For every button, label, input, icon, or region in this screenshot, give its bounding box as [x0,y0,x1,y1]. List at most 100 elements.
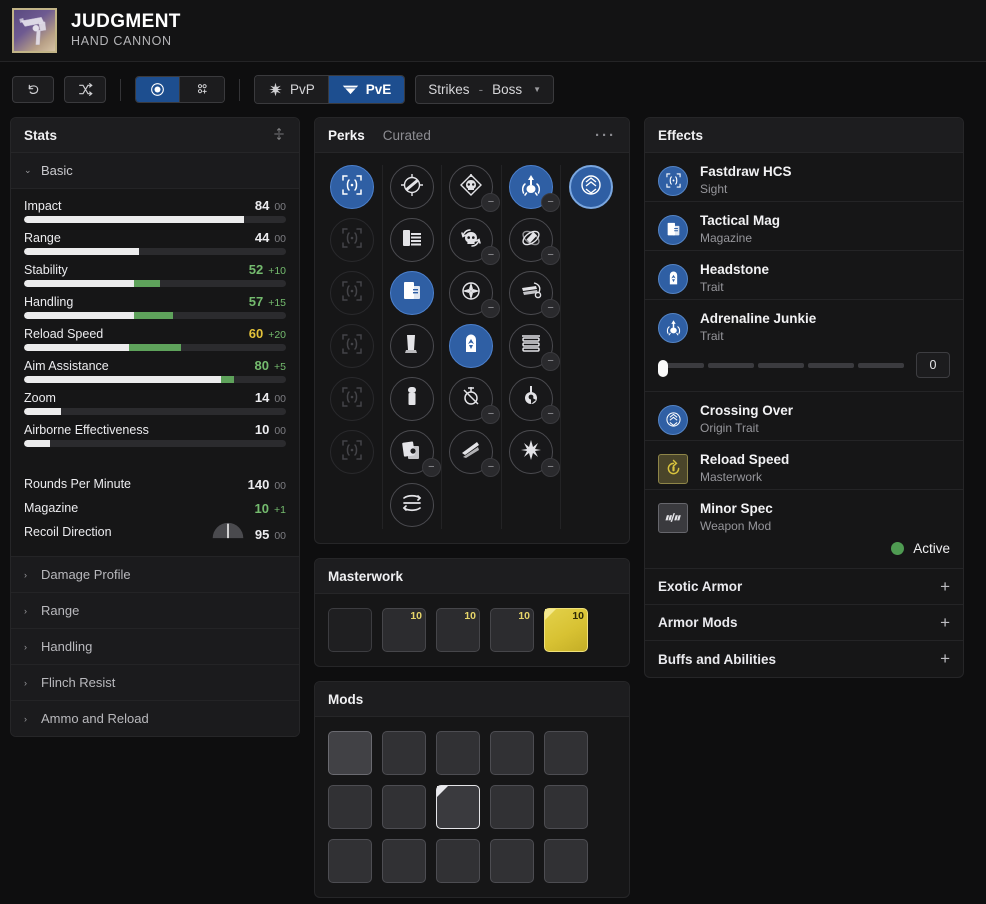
perk-slot[interactable]: − [449,165,501,212]
perk-slot[interactable] [330,271,375,315]
mod-quick-access[interactable] [544,785,588,833]
pve-tab[interactable]: PvE [328,76,405,103]
chevron-down-icon: ▼ [533,85,541,94]
perk-slot[interactable]: − [509,165,561,212]
mod-major-spec[interactable] [490,839,535,888]
perk-slot[interactable] [330,218,375,262]
stat-section-range[interactable]: › Range [11,592,299,628]
perk-remove-badge[interactable]: − [541,246,561,265]
undo-button[interactable] [12,76,54,103]
perk-slot[interactable] [389,218,434,262]
perk-slot[interactable] [330,377,375,421]
stats-group-basic[interactable]: ⌄ Basic [11,153,299,189]
mod-adept-mod[interactable] [436,839,482,890]
tab-perks[interactable]: Perks [328,128,365,143]
sight-icon [339,437,365,468]
perk-slot[interactable]: − [509,377,561,424]
slider-thumb[interactable] [658,359,668,377]
stat-section-damage-profile[interactable]: › Damage Profile [11,556,299,592]
masterwork-stability[interactable]: 10 [436,608,482,655]
mod-freehand[interactable] [490,731,534,779]
perk-slot[interactable] [389,271,434,315]
perk-slot[interactable]: − [449,377,501,424]
perk-slot[interactable]: − [509,430,561,477]
mod-sprint-grip[interactable] [382,785,426,833]
perk-slot[interactable]: − [389,430,441,477]
perk-remove-badge[interactable]: − [481,246,501,265]
plus-icon[interactable]: + [940,577,950,597]
perk-slot[interactable]: − [509,271,561,318]
effect-row[interactable]: Reload Speed Masterwork [645,441,963,489]
stat-row: Handling 57 +15 [24,294,286,319]
perk-slot[interactable] [389,377,434,421]
perk-slot[interactable] [449,324,494,368]
sight-icon [658,165,688,196]
effect-row[interactable]: Tactical Mag Magazine [645,202,963,250]
perk-remove-badge[interactable]: − [481,458,501,477]
stat-section-flinch-resist[interactable]: › Flinch Resist [11,664,299,700]
mod-minor-spec[interactable] [436,785,481,830]
perk-remove-badge[interactable]: − [541,458,561,477]
effect-row[interactable]: Adrenaline Junkie Trait [645,300,963,348]
mod-snapshot[interactable] [328,839,375,890]
effect-name: Headstone [700,262,770,278]
mod-targeting[interactable] [328,785,374,835]
perk-remove-badge[interactable]: − [541,193,561,212]
perk-slot[interactable] [389,483,434,527]
masterwork-none[interactable] [328,608,372,656]
perk-slot[interactable]: − [449,218,501,265]
mod-icarus[interactable] [544,731,590,781]
view-compare-button[interactable] [180,77,224,102]
mod-boss-spec[interactable] [382,839,426,887]
perk-remove-badge[interactable]: − [421,458,441,477]
perk-slot[interactable] [330,430,375,474]
effect-row[interactable]: Minor Spec Weapon Mod [645,490,963,538]
effect-stack-value[interactable]: 0 [916,352,950,379]
stat-section-handling[interactable]: › Handling [11,628,299,664]
stat-value: 60 [248,326,264,341]
mod-backup-mag[interactable] [382,731,426,781]
perk-remove-badge[interactable]: − [481,193,501,212]
perk-slot[interactable] [569,165,614,209]
effect-row[interactable]: Fastdraw HCS Sight [645,153,963,201]
mod-empty[interactable] [328,731,372,779]
perks-more-menu[interactable]: ··· [595,127,616,144]
effect-status-row[interactable]: Active [645,538,963,568]
collapsed-section-buffs-and-abilities[interactable]: Buffs and Abilities + [645,641,963,677]
plus-icon[interactable]: + [940,613,950,633]
stat-section-ammo-and-reload[interactable]: › Ammo and Reload [11,700,299,736]
randomize-button[interactable] [64,76,106,103]
perk-remove-badge[interactable]: − [541,405,561,424]
perk-slot[interactable] [330,324,375,368]
collapsed-section-exotic-armor[interactable]: Exotic Armor + [645,569,963,606]
effect-row[interactable]: Headstone Trait [645,251,963,299]
stat-bar [24,344,286,351]
collapsed-section-label: Exotic Armor [658,579,743,595]
tab-curated[interactable]: Curated [383,128,431,143]
mod-radar-tuner[interactable] [490,785,534,833]
masterwork-range[interactable]: 10 [382,608,427,656]
effect-stack-slider[interactable] [658,359,904,377]
perk-remove-badge[interactable]: − [541,352,561,371]
perk-slot[interactable]: − [509,324,561,371]
perk-slot[interactable] [330,165,375,209]
perk-slot[interactable]: − [449,430,501,477]
perk-remove-badge[interactable]: − [541,299,561,318]
collapsed-section-armor-mods[interactable]: Armor Mods + [645,605,963,642]
activity-selector[interactable]: Strikes - Boss ▼ [415,75,554,104]
perk-slot[interactable] [389,165,434,209]
perk-slot[interactable] [389,324,434,368]
masterwork-handling[interactable]: 10 [490,608,536,654]
masterwork-reload[interactable]: 10 [544,608,588,655]
pvp-tab[interactable]: PvP [255,76,329,103]
perk-slot[interactable]: − [449,271,501,318]
mod-counterbalance[interactable] [436,731,480,778]
perk-slot[interactable]: − [509,218,561,265]
perk-remove-badge[interactable]: − [481,299,501,318]
sort-stats-button[interactable] [272,127,286,144]
plus-icon[interactable]: + [940,649,950,669]
view-single-button[interactable] [136,77,180,102]
effect-row[interactable]: Crossing Over Origin Trait [645,392,963,440]
mod-taken-spec[interactable] [544,839,589,888]
perk-remove-badge[interactable]: − [481,405,501,424]
